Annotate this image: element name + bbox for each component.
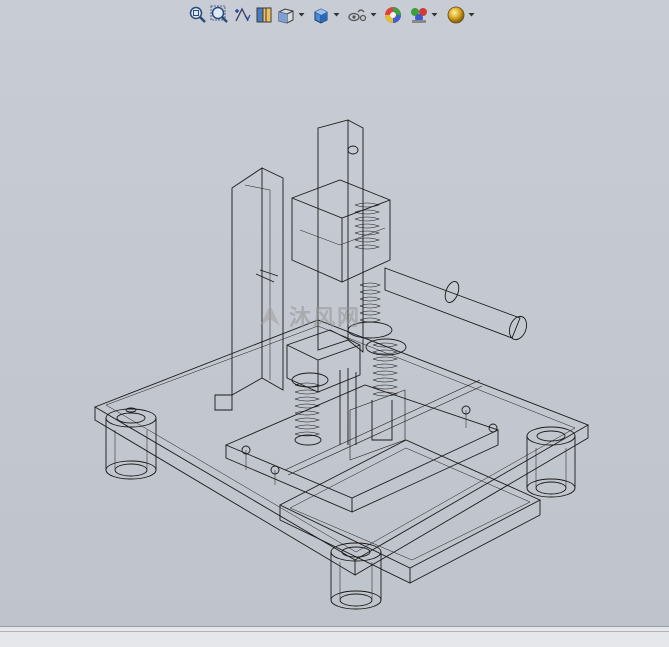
watermark: 沐风网 bbox=[255, 300, 361, 332]
zoom-to-fit-icon bbox=[189, 6, 206, 23]
hide-show-items-dropdown-arrow[interactable] bbox=[370, 4, 377, 26]
section-view-icon bbox=[256, 7, 272, 23]
previous-view-icon bbox=[235, 7, 251, 22]
edit-appearance-button[interactable] bbox=[383, 4, 403, 26]
chevron-down-icon bbox=[298, 13, 305, 17]
apply-scene-button[interactable] bbox=[409, 4, 429, 26]
zoom-to-area-icon bbox=[210, 5, 228, 23]
chevron-down-icon bbox=[468, 13, 475, 17]
left-side-frame bbox=[214, 167, 284, 411]
leveling-foot-front bbox=[330, 542, 382, 610]
apply-scene-dropdown-arrow[interactable] bbox=[431, 4, 438, 26]
chevron-down-icon bbox=[370, 13, 377, 17]
watermark-logo-icon bbox=[260, 305, 280, 326]
watermark-text: 沐风网 bbox=[289, 306, 362, 331]
zoom-to-area-button[interactable] bbox=[210, 4, 230, 26]
view-orientation-icon bbox=[278, 8, 294, 24]
display-style-icon bbox=[314, 8, 328, 24]
status-bar bbox=[0, 626, 669, 647]
graphics-viewport[interactable]: 沐风网 bbox=[0, 0, 669, 626]
display-style-button[interactable] bbox=[311, 4, 331, 26]
collection-tray bbox=[278, 439, 542, 584]
hide-show-items-button[interactable] bbox=[346, 4, 368, 26]
status-bar-divider bbox=[0, 631, 669, 632]
view-orientation-dropdown-arrow[interactable] bbox=[298, 4, 305, 26]
chevron-down-icon bbox=[431, 13, 438, 17]
base-plate bbox=[93, 319, 590, 576]
section-view-button[interactable] bbox=[254, 4, 274, 26]
upper-head-block bbox=[291, 179, 391, 283]
hide-show-items-icon bbox=[348, 9, 367, 22]
view-settings-icon bbox=[447, 6, 465, 24]
heads-up-view-toolbar bbox=[188, 3, 475, 27]
chevron-down-icon bbox=[333, 13, 340, 17]
previous-view-button[interactable] bbox=[232, 4, 252, 26]
leveling-foot-front-left bbox=[105, 407, 157, 480]
view-settings-dropdown-arrow[interactable] bbox=[468, 4, 475, 26]
leveling-foot-right bbox=[526, 426, 576, 498]
display-style-dropdown-arrow[interactable] bbox=[333, 4, 340, 26]
zoom-to-fit-button[interactable] bbox=[188, 4, 208, 26]
apply-scene-icon bbox=[411, 8, 427, 23]
view-orientation-button[interactable] bbox=[276, 4, 296, 26]
die-plate bbox=[224, 384, 500, 513]
edit-appearance-icon bbox=[385, 7, 401, 23]
view-settings-button[interactable] bbox=[446, 4, 466, 26]
